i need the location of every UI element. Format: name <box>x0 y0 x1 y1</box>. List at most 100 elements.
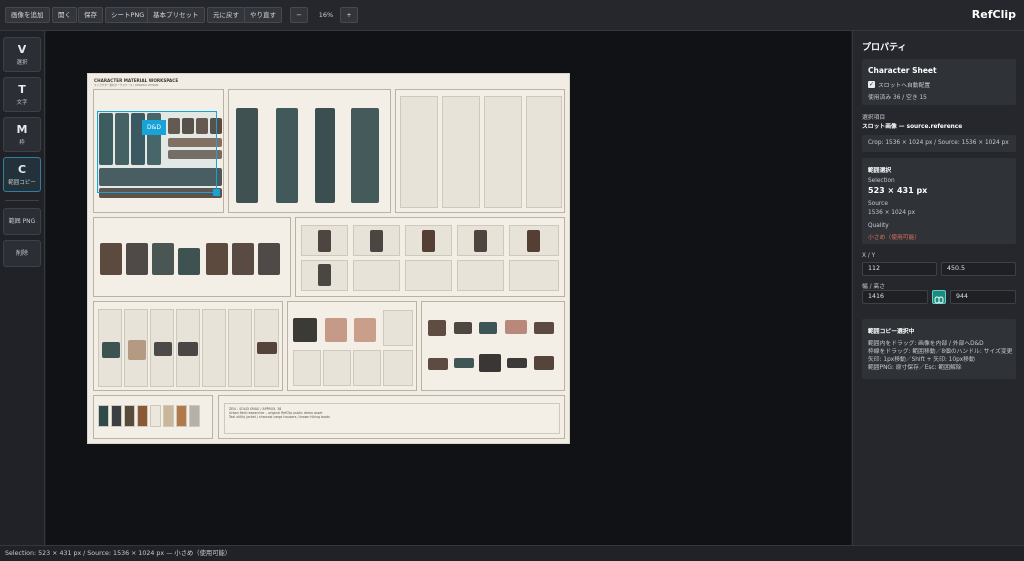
outfit-slot[interactable] <box>202 309 226 387</box>
add-image-button[interactable]: 画像を追加 <box>5 7 50 23</box>
color-swatch <box>137 405 148 427</box>
detail-thumb <box>505 320 527 334</box>
panel-turnaround[interactable] <box>228 89 391 213</box>
empty-slot[interactable] <box>405 260 452 291</box>
sheet-info-card: Character Sheet ✓ スロットへ自動配置 使用済み 36 / 空き… <box>862 59 1016 105</box>
color-swatch <box>124 405 135 427</box>
hand-thumb <box>354 318 376 342</box>
selection-label: Selection <box>868 178 895 184</box>
panel-hands[interactable] <box>287 301 417 391</box>
glove-thumb <box>293 318 317 342</box>
empty-slot[interactable] <box>383 350 413 386</box>
panel-empty-slots[interactable] <box>395 89 565 213</box>
zoom-in-button[interactable]: + <box>340 7 358 23</box>
empty-slot[interactable] <box>400 96 438 208</box>
tool-label: 文字 <box>16 100 28 106</box>
tool-text[interactable]: T 文字 <box>3 77 41 112</box>
empty-slot[interactable] <box>353 350 381 386</box>
help-line: 範囲PNG: 原寸保存／Esc: 範囲解除 <box>868 365 962 371</box>
selected-item-label: 選択項目 <box>862 115 886 121</box>
empty-slot[interactable] <box>457 260 504 291</box>
basic-preset-button[interactable]: 基本プリセット <box>147 7 205 23</box>
sheet-name: Character Sheet <box>868 66 937 75</box>
height-input[interactable]: 944 <box>950 290 1016 304</box>
tool-select[interactable]: V 選択 <box>3 37 41 72</box>
tool-label: 選択 <box>16 60 28 66</box>
xy-label: X / Y <box>862 253 876 259</box>
empty-slot[interactable] <box>442 96 480 208</box>
quality-value: 小さめ（使用可能） <box>868 235 921 241</box>
color-swatch <box>111 405 122 427</box>
detail-thumb <box>507 358 527 368</box>
color-swatch <box>98 405 109 427</box>
expression-thumb <box>258 243 280 275</box>
width-input[interactable]: 1416 <box>862 290 928 304</box>
y-input[interactable]: 450.5 <box>941 262 1016 276</box>
range-selection[interactable]: D&D <box>97 111 220 196</box>
detail-thumb <box>534 356 554 370</box>
detail-thumb <box>454 322 472 334</box>
character-sheet[interactable]: CHARACTER MATERIAL WORKSPACE キャラクター素材ワーク… <box>87 73 570 444</box>
detail-thumb <box>454 358 474 368</box>
panel-details[interactable] <box>421 301 565 391</box>
outfit-slot[interactable] <box>228 309 252 387</box>
tool-key: T <box>18 83 26 96</box>
chain-link-icon[interactable] <box>932 290 946 304</box>
tool-label: 枠 <box>19 140 25 146</box>
headshot-thumb <box>318 230 331 252</box>
empty-slot[interactable] <box>353 260 400 291</box>
expression-thumb <box>232 243 254 275</box>
redo-button[interactable]: やり直す <box>244 7 282 23</box>
tool-key: C <box>17 163 27 176</box>
empty-slot[interactable] <box>323 350 351 386</box>
zoom-out-button[interactable]: − <box>290 7 308 23</box>
color-swatch <box>189 405 200 427</box>
tool-frame[interactable]: M 枠 <box>3 117 41 152</box>
empty-slot[interactable] <box>484 96 522 208</box>
save-button[interactable]: 保存 <box>78 7 103 23</box>
empty-slot[interactable] <box>383 310 413 346</box>
boots-thumb <box>257 342 277 354</box>
empty-slot[interactable] <box>526 96 562 208</box>
delete-button[interactable]: 削除 <box>3 240 41 267</box>
range-png-button[interactable]: 範囲 PNG <box>3 208 41 235</box>
x-input[interactable]: 112 <box>862 262 937 276</box>
expression-thumb <box>100 243 122 275</box>
panel-reference[interactable]: D&D <box>93 89 224 213</box>
tool-label: 範囲コピー <box>8 180 36 186</box>
detail-thumb <box>479 322 497 334</box>
headshot-thumb <box>527 230 540 252</box>
zoom-level: 16% <box>318 11 334 19</box>
selected-item-value: スロット画像 — source.reference <box>862 124 963 130</box>
range-header: 範囲選択 <box>868 168 892 174</box>
color-swatch <box>150 405 161 427</box>
hand-thumb <box>325 318 347 342</box>
turnaround-side <box>315 108 335 203</box>
sheet-subtitle: キャラクター素材ワークスペース / ORIGINAL DESIGN <box>94 84 159 87</box>
top-toolbar: 画像を追加 開く 保存 シートPNG 基本プリセット 元に戻す やり直す − 1… <box>0 0 1024 31</box>
divider <box>5 200 39 201</box>
undo-button[interactable]: 元に戻す <box>207 7 245 23</box>
expression-thumb <box>178 248 200 275</box>
detail-thumb <box>428 320 446 336</box>
auto-layout-checkbox[interactable]: ✓ <box>868 81 875 88</box>
sheet-png-button[interactable]: シートPNG <box>105 7 151 23</box>
note-line: Teal utility jacket / charcoal cargo tro… <box>229 415 330 419</box>
crop-info-card: Crop: 1536 × 1024 px / Source: 1536 × 10… <box>862 135 1016 152</box>
empty-slot[interactable] <box>509 260 559 291</box>
panel-expressions[interactable] <box>93 217 291 297</box>
empty-slot[interactable] <box>293 350 321 386</box>
resize-handle[interactable] <box>213 189 220 196</box>
auto-layout-row[interactable]: ✓ スロットへ自動配置 <box>868 80 930 89</box>
color-swatch <box>176 405 187 427</box>
turnaround-front <box>236 108 258 203</box>
panel-outfit[interactable] <box>93 301 283 391</box>
crop-source-text: Crop: 1536 × 1024 px / Source: 1536 × 10… <box>868 140 1009 146</box>
open-button[interactable]: 開く <box>52 7 77 23</box>
panel-color-palette[interactable] <box>93 395 213 439</box>
panel-notes[interactable]: ZEN – SOLID SMILE / APPROX. 38 Urban fie… <box>218 395 565 439</box>
panel-headshots[interactable] <box>295 217 565 297</box>
range-selection-card: 範囲選択 Selection 523 × 431 px Source 1536 … <box>862 158 1016 244</box>
pants-thumb <box>154 342 172 356</box>
tool-range-copy[interactable]: C 範囲コピー <box>3 157 41 192</box>
